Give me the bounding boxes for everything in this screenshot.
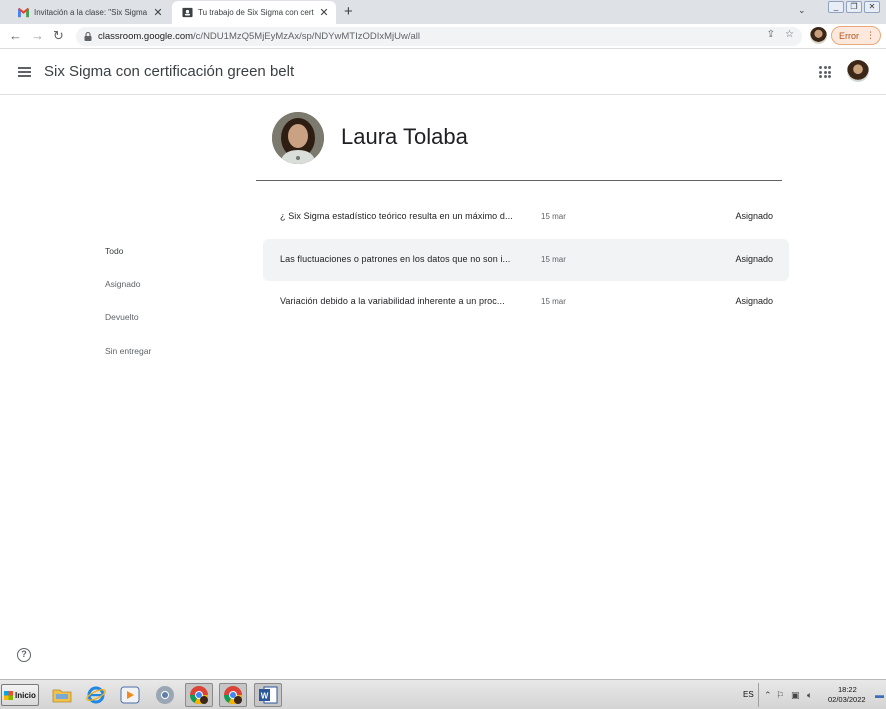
assignment-date: 15 mar [541,212,566,221]
bookmark-star-icon[interactable]: ☆ [785,29,794,40]
clock-date[interactable]: 02/03/2022 [828,695,866,704]
new-tab-icon[interactable]: + [344,3,353,20]
assignment-status: Asignado [735,211,773,221]
close-window-icon[interactable]: ✕ [864,1,880,13]
windows-logo-icon [4,690,13,700]
lock-icon [84,32,92,41]
assignment-title: Variación debido a la variabilidad inher… [280,296,505,306]
hamburger-menu-icon[interactable] [18,67,31,77]
class-title[interactable]: Six Sigma con certificación green belt [44,63,294,80]
error-button[interactable]: Error ⋮ [831,26,881,45]
svg-text:W: W [261,692,269,701]
file-explorer-icon[interactable] [48,683,76,707]
url-path: /c/NDU1MzQ5MjEyMzAx/sp/NDYwMTIzODIxMjUw/… [193,31,421,42]
assignment-row[interactable]: ¿ Six Sigma estadístico teórico resulta … [263,196,789,238]
assignment-title: ¿ Six Sigma estadístico teórico resulta … [280,211,513,221]
omnibox-actions: ⇪ ☆ [767,29,794,40]
clock-time[interactable]: 18:22 [838,685,857,694]
internet-explorer-icon[interactable] [82,683,110,707]
assignment-row[interactable]: Variación debido a la variabilidad inher… [263,281,789,323]
gmail-icon [18,7,29,18]
close-tab-icon[interactable]: ✕ [318,6,330,19]
assignment-date: 15 mar [541,255,566,264]
filter-todo[interactable]: Todo [105,246,123,256]
chrome-icon[interactable] [151,683,179,707]
window-controls: _ ❐ ✕ [828,1,880,13]
chrome-profile-icon[interactable] [219,683,247,707]
reload-icon[interactable]: ↻ [53,28,64,44]
student-name: Laura Tolaba [341,124,468,149]
volume-icon[interactable]: 🔈︎ [807,690,812,701]
tab-search-chevron-icon[interactable]: ⌄ [798,5,806,16]
desktop-icon[interactable]: ▬ [875,690,884,700]
network-icon[interactable]: ▣ [791,690,800,701]
chevron-up-icon[interactable]: ⌃ [764,690,772,701]
divider [256,180,782,181]
assignment-row[interactable]: Las fluctuaciones o patrones en los dato… [263,239,789,281]
tab-classroom-work[interactable]: Tu trabajo de Six Sigma con certifica ✕ [172,1,336,24]
classroom-header: Six Sigma con certificación green belt [0,50,886,95]
help-icon[interactable]: ? [17,648,31,662]
filter-devuelto[interactable]: Devuelto [105,312,139,322]
windows-taskbar: Inicio W ES ⌃ ⚐ ▣ 🔈︎ ▬ 18:22 02/03/2022 [0,679,886,709]
tab-gmail-invitation[interactable]: Invitación a la clase: "Six Sigma con ✕ [8,1,170,24]
student-avatar [272,112,324,164]
browser-toolbar: ← → ↻ classroom.google.com/c/NDU1MzQ5MjE… [0,24,886,49]
filter-sin-entregar[interactable]: Sin entregar [105,346,151,356]
assignment-status: Asignado [735,254,773,264]
start-label: Inicio [15,690,36,700]
url-host: classroom.google.com [98,31,194,42]
more-vert-icon: ⋮ [866,30,875,40]
flag-icon[interactable]: ⚐ [776,690,784,701]
address-bar[interactable]: classroom.google.com/c/NDU1MzQ5MjEyMzAx/… [76,27,802,46]
assignment-status: Asignado [735,296,773,306]
student-photo-icon [272,112,324,164]
back-arrow-icon[interactable]: ← [9,28,22,43]
language-indicator[interactable]: ES [743,690,754,699]
tab-title: Invitación a la clase: "Six Sigma con [34,8,148,17]
tab-title: Tu trabajo de Six Sigma con certifica [198,8,314,17]
chrome-profile-icon[interactable] [185,683,213,707]
filter-asignado[interactable]: Asignado [105,279,140,289]
assignment-title: Las fluctuaciones o patrones en los dato… [280,254,511,264]
assignment-date: 15 mar [541,297,566,306]
maximize-icon[interactable]: ❐ [846,1,862,13]
media-player-icon[interactable] [116,683,144,707]
account-avatar[interactable] [847,60,869,82]
word-icon[interactable]: W [254,683,282,707]
error-label: Error [839,30,859,41]
browser-tab-strip: Invitación a la clase: "Six Sigma con ✕ … [0,0,886,24]
google-apps-icon[interactable] [819,66,831,78]
screen: Invitación a la clase: "Six Sigma con ✕ … [0,0,886,709]
browser-profile-avatar[interactable] [810,27,827,44]
forward-arrow-icon[interactable]: → [31,28,44,43]
system-tray: ⌃ ⚐ ▣ 🔈︎ ▬ [758,683,886,707]
share-icon[interactable]: ⇪ [767,29,775,40]
minimize-icon[interactable]: _ [828,1,844,13]
start-button[interactable]: Inicio [1,684,39,706]
classroom-icon [182,7,193,18]
close-tab-icon[interactable]: ✕ [152,6,164,19]
